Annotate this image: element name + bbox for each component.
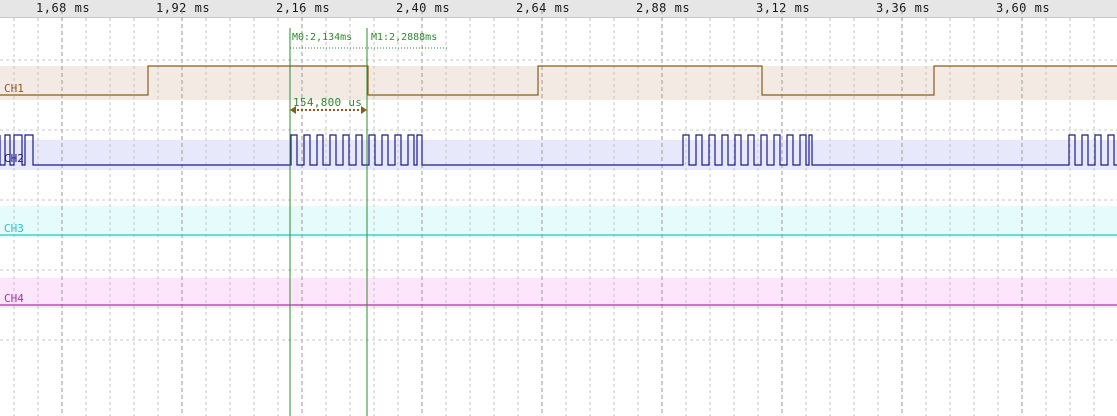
marker-m1-label[interactable]: M1:2,2888ms [371,32,437,43]
channel-label-ch4[interactable]: CH4 [4,292,24,305]
channel-label-ch1[interactable]: CH1 [4,82,24,95]
minor-grid [13,18,1095,416]
delta-measure-label: 154,800 us [293,96,363,109]
marker-m0-label[interactable]: M0:2,134ms [292,32,352,43]
ch1-waveform [0,65,1117,96]
channel-label-ch2[interactable]: CH2 [4,152,24,165]
logic-analyzer-view[interactable]: 1,68 ms 1,92 ms 2,16 ms 2,40 ms 2,64 ms … [0,0,1117,416]
waveform-canvas[interactable] [0,0,1117,416]
ch2-waveform [0,134,1117,166]
row-dividers [0,59,1117,341]
channel-label-ch3[interactable]: CH3 [4,222,24,235]
